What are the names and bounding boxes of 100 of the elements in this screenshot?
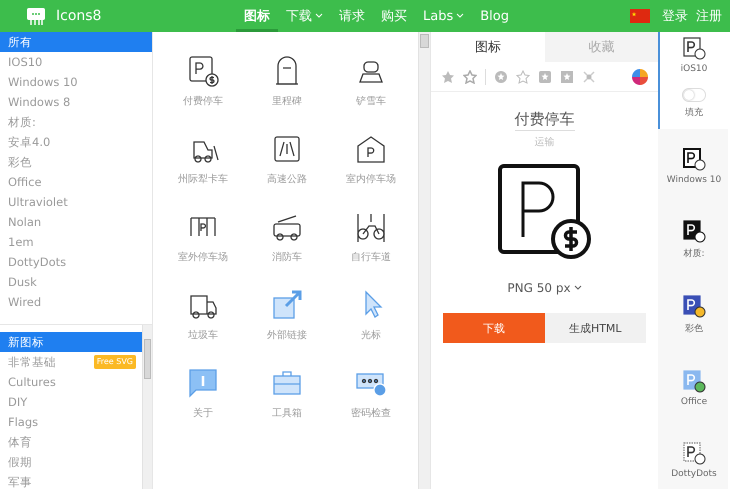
icon-tile[interactable]: 铲雪车	[329, 54, 413, 108]
style-filter-item[interactable]: 材质:	[0, 112, 152, 132]
icon-label: 消防车	[272, 250, 302, 264]
icon-tile[interactable]: 高速公路	[245, 132, 329, 186]
star-icon[interactable]	[463, 70, 477, 84]
category-label: 非常基础	[8, 354, 56, 371]
scrollbar[interactable]	[142, 325, 152, 489]
login-link[interactable]: 登录	[662, 7, 688, 25]
nav-link[interactable]: 下载	[278, 0, 331, 32]
category-label: 假期	[8, 454, 32, 471]
scrollbar[interactable]	[418, 32, 430, 489]
icon-tile[interactable]: 工具箱	[245, 366, 329, 420]
icon-title: 付费停车	[514, 110, 574, 131]
style-filter-item[interactable]: Windows 10	[0, 72, 152, 92]
style-filter-item[interactable]: Windows 8	[0, 92, 152, 112]
icon-label: 自行车道	[351, 250, 391, 264]
category-item[interactable]: 非常基础 Free SVG	[0, 352, 142, 372]
style-label: Office	[680, 397, 708, 407]
style-filter-item[interactable]: 彩色	[0, 152, 152, 172]
sparkle-icon[interactable]	[582, 70, 596, 84]
icon-tile[interactable]: 垃圾车	[161, 288, 245, 342]
category-item[interactable]: Flags	[0, 412, 142, 432]
style-filter-item[interactable]: 1em	[0, 232, 152, 252]
generate-html-button[interactable]: 生成HTML	[544, 313, 646, 343]
style-label: 材质:	[683, 248, 705, 260]
parking-sign-icon	[682, 441, 706, 465]
parking-sign-icon	[682, 147, 706, 171]
style-option[interactable]: iOS10 填充	[658, 32, 728, 129]
icon-tile[interactable]: 室内停车场	[329, 132, 413, 186]
style-option[interactable]: Windows 10	[658, 143, 728, 195]
icon-tile[interactable]: 自行车道	[329, 210, 413, 264]
style-option[interactable]: 材质:	[658, 215, 728, 270]
icon-tile[interactable]: 州际犁卡车	[161, 132, 245, 186]
style-option[interactable]: 彩色	[658, 290, 728, 345]
category-label: DIY	[8, 394, 28, 411]
icon-tile[interactable]: 消防车	[245, 210, 329, 264]
nav-link[interactable]: Labs	[415, 0, 472, 32]
caret-icon	[456, 13, 464, 19]
icon-tile[interactable]: 关于	[161, 366, 245, 420]
style-filter-item[interactable]: Nolan	[0, 212, 152, 232]
icon-label: 垃圾车	[188, 328, 218, 342]
icon-tile[interactable]: 室外停车场	[161, 210, 245, 264]
icon-tile[interactable]: 外部链接	[245, 288, 329, 342]
nav-link[interactable]: 图标	[236, 0, 278, 32]
category-item[interactable]: 假期	[0, 452, 142, 472]
download-button[interactable]: 下载	[443, 313, 544, 343]
icon-tile[interactable]: 付费停车	[161, 54, 245, 108]
icon-label: 付费停车	[183, 94, 223, 108]
icon-label: 室外停车场	[178, 250, 228, 264]
style-filter-item[interactable]: Wired	[0, 292, 152, 312]
icon-tile[interactable]: 里程碑	[245, 54, 329, 108]
panel-tab[interactable]: 收藏	[544, 32, 658, 62]
category-label: 军事	[8, 474, 32, 489]
fill-toggle[interactable]	[682, 88, 706, 102]
style-filter-item[interactable]: IOS10	[0, 52, 152, 72]
nav-link[interactable]: Blog	[472, 0, 517, 32]
nav-link[interactable]: 购买	[373, 0, 415, 32]
icon-category: 运输	[534, 136, 556, 149]
star-badge-icon[interactable]	[441, 70, 455, 84]
parking-sign-icon	[682, 294, 706, 318]
icon-tile[interactable]: 光标	[329, 288, 413, 342]
icon-label: 密码检查	[351, 406, 391, 420]
icon-label: 高速公路	[267, 172, 307, 186]
icon-label: 铲雪车	[356, 94, 386, 108]
category-item[interactable]: Cultures	[0, 372, 142, 392]
category-item[interactable]: DIY	[0, 392, 142, 412]
style-filter-item[interactable]: 所有	[0, 32, 152, 52]
size-dropdown[interactable]: PNG 50 px	[507, 281, 582, 295]
style-filter-item[interactable]: Dusk	[0, 272, 152, 292]
style-option[interactable]: Office	[658, 365, 728, 417]
icon-label: 外部链接	[267, 328, 307, 342]
icon-label: 光标	[361, 328, 381, 342]
style-filter-item[interactable]: DottyDots	[0, 252, 152, 272]
category-item[interactable]: 体育	[0, 432, 142, 452]
style-filter-item[interactable]: Office	[0, 172, 152, 192]
icon-label: 州际犁卡车	[178, 172, 228, 186]
style-label: 彩色	[685, 322, 703, 335]
style-label: Windows 10	[666, 175, 722, 185]
icon-label: 关于	[193, 406, 213, 420]
category-label: 新图标	[8, 334, 44, 351]
category-item[interactable]: 军事	[0, 472, 142, 489]
parking-sign-icon	[682, 369, 706, 393]
color-wheel-icon[interactable]	[632, 68, 648, 84]
caret-icon	[574, 285, 582, 291]
icon-tile[interactable]: 密码检查	[329, 366, 413, 420]
free-svg-badge: Free SVG	[94, 355, 136, 369]
star-icon[interactable]	[516, 70, 530, 84]
icon-label: 工具箱	[272, 407, 302, 420]
category-item[interactable]: 新图标	[0, 332, 142, 352]
category-label: Cultures	[8, 374, 56, 391]
caret-icon	[315, 13, 323, 19]
category-label: 体育	[8, 434, 32, 451]
style-filter-item[interactable]: 安卓4.0	[0, 132, 152, 152]
flag-icon[interactable]	[630, 9, 650, 23]
nav-link[interactable]: 请求	[331, 0, 373, 32]
parking-sign-icon	[496, 163, 592, 259]
style-filter-item[interactable]: Ultraviolet	[0, 192, 152, 212]
logo-text: Icons8	[56, 8, 102, 24]
style-option[interactable]: DottyDots	[658, 437, 728, 489]
register-link[interactable]: 注册	[696, 7, 722, 25]
